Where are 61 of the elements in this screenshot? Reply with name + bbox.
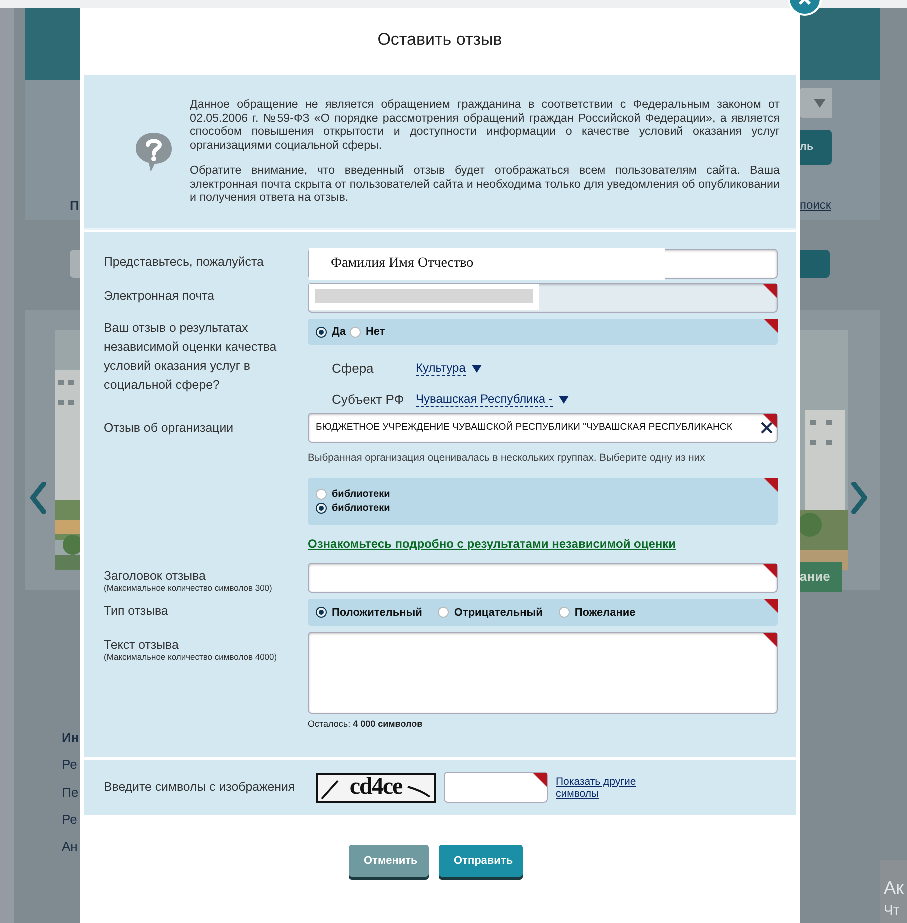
refresh-captcha-link[interactable]: Показать другие символы [556, 776, 648, 800]
radio-button[interactable] [350, 326, 361, 338]
footer-link[interactable]: Ре [62, 757, 78, 772]
footer-link[interactable]: Ин [62, 730, 80, 745]
field-note: (Максимальное количество символов 300) [104, 583, 274, 593]
field-note: (Максимальное количество символов 4000) [104, 652, 278, 662]
footer-link[interactable]: Ре [62, 812, 78, 827]
radio-button[interactable] [316, 326, 327, 338]
captcha-field[interactable] [444, 772, 548, 803]
radio-button[interactable] [316, 503, 327, 514]
title-field[interactable] [308, 563, 778, 593]
banner-text: Ак [884, 878, 904, 899]
dialog-title: Оставить отзыв [376, 29, 504, 51]
notice-text: Данное обращение не является обращением гражданина в соответствии с Федеральным законом от 02.05.2006 г. №59-ФЗ «О порядке рассмотрения обращений граждан Российской Федерации», а является способом повышения открытости и доступности информации о качестве условий оказания услуг организациями социальной сферы. [190, 98, 780, 152]
dropdown[interactable]: Культура [416, 361, 482, 376]
field-label: Сфера [332, 361, 375, 376]
name-field[interactable]: Фамилия Имя Отчество [308, 249, 778, 279]
banner-label: ание [800, 562, 842, 592]
radio-button[interactable] [316, 489, 327, 500]
option-label: Отрицательный [454, 606, 543, 618]
hint-text: Выбранная организация оценивалась в нескольких группах. Выберите одну из них [308, 453, 706, 464]
option-label: Положительный [332, 606, 422, 618]
field-label: Субъект РФ [332, 392, 406, 407]
field-label: Ваш отзыв о результатах независимой оценки качества условий оказания услуг в социальной сфере? [104, 320, 278, 394]
banner-text: Чт [884, 902, 900, 918]
clear-icon[interactable] [760, 421, 774, 435]
results-link[interactable]: Ознакомьтесь подробно с результатами независимой оценки [308, 537, 676, 551]
field-label: Заголовок отзыва (Максимальное количество символов 300) [104, 563, 308, 593]
footer-link[interactable]: Ан [62, 839, 78, 854]
submit-button[interactable]: Отправить [439, 845, 523, 877]
field-value: Фамилия Имя Отчество [309, 248, 665, 280]
option-label: Пожелание [574, 606, 636, 618]
option-label: Нет [366, 326, 386, 338]
cancel-button[interactable]: Отменить [349, 845, 429, 877]
review-text-area[interactable] [308, 632, 778, 714]
field-label: Введите символы с изображения [104, 779, 296, 796]
footer-link[interactable]: Пе [62, 785, 79, 800]
notice-text: Обратите внимание, что введенный отзыв будет отображаться всем пользователям сайта. Ваша электронная почта скрыта от пользователей сайта и необходима только для уведомления об опубликовании и получения ответа на отзыв. [190, 164, 780, 206]
field-label: Электронная почта [104, 288, 216, 305]
previous-icon[interactable] [30, 482, 48, 514]
dropdown[interactable] [800, 88, 832, 118]
search-button[interactable]: ль [800, 130, 832, 165]
radio-button[interactable] [438, 607, 450, 618]
field-label: Представьтесь, пожалуйста [104, 254, 265, 271]
remaining-counter: Осталось: 4 000 символов [308, 719, 424, 729]
next-icon[interactable] [850, 482, 868, 514]
email-field[interactable] [308, 283, 778, 313]
field-label: Отзыв об организации [104, 420, 235, 437]
field-label: Текст отзыва (Максимальное количество символов 4000) [104, 632, 308, 662]
option-label: Да [332, 326, 346, 338]
search-link[interactable]: поиск [800, 198, 832, 212]
radio-button[interactable] [558, 607, 570, 618]
organization-field[interactable]: БЮДЖЕТНОЕ УЧРЕЖДЕНИЕ ЧУВАШСКОЙ РЕСПУБЛИКИ "ЧУВАШСКАЯ РЕСПУБЛИКАНСК [308, 413, 778, 443]
search-label: П [70, 198, 80, 213]
radio-button[interactable] [316, 607, 327, 618]
option-label: библиотеки [332, 503, 390, 514]
captcha-image: cd4ce [316, 772, 436, 802]
option-label: библиотеки [332, 489, 390, 500]
field-label: Тип отзыва [104, 603, 170, 620]
dropdown[interactable]: Чувашская Республика - [416, 392, 569, 407]
field-value: БЮДЖЕТНОЕ УЧРЕЖДЕНИЕ ЧУВАШСКОЙ РЕСПУБЛИКИ "ЧУВАШСКАЯ РЕСПУБЛИКАНСК [316, 420, 734, 435]
